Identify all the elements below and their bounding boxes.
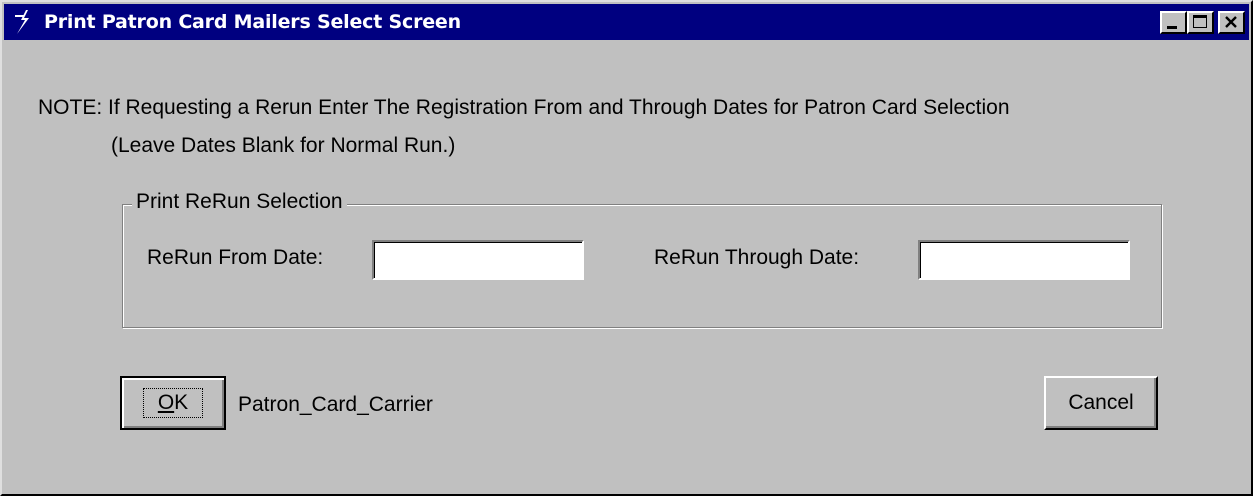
title-bar[interactable]: Print Patron Card Mailers Select Screen	[4, 4, 1249, 40]
close-icon[interactable]	[1218, 11, 1245, 34]
note-line-1: NOTE: If Requesting a Rerun Enter The Re…	[38, 96, 1010, 119]
from-date-input[interactable]	[372, 240, 584, 280]
ok-button-label: OK	[142, 388, 204, 418]
minimize-icon[interactable]	[1160, 11, 1187, 34]
dialog-window: Print Patron Card Mailers Select Screen …	[0, 0, 1253, 496]
cancel-button-label: Cancel	[1068, 391, 1134, 414]
from-date-label: ReRun From Date:	[147, 246, 324, 269]
app-icon	[10, 7, 38, 37]
through-date-input[interactable]	[918, 240, 1130, 280]
status-text: Patron_Card_Carrier	[238, 393, 433, 416]
through-date-label: ReRun Through Date:	[654, 246, 860, 269]
maximize-icon[interactable]	[1187, 11, 1214, 34]
cancel-button[interactable]: Cancel	[1044, 376, 1158, 430]
window-title: Print Patron Card Mailers Select Screen	[44, 11, 461, 33]
group-legend: Print ReRun Selection	[132, 190, 347, 214]
note-line-2: (Leave Dates Blank for Normal Run.)	[111, 134, 456, 157]
ok-button[interactable]: OK	[120, 376, 226, 430]
